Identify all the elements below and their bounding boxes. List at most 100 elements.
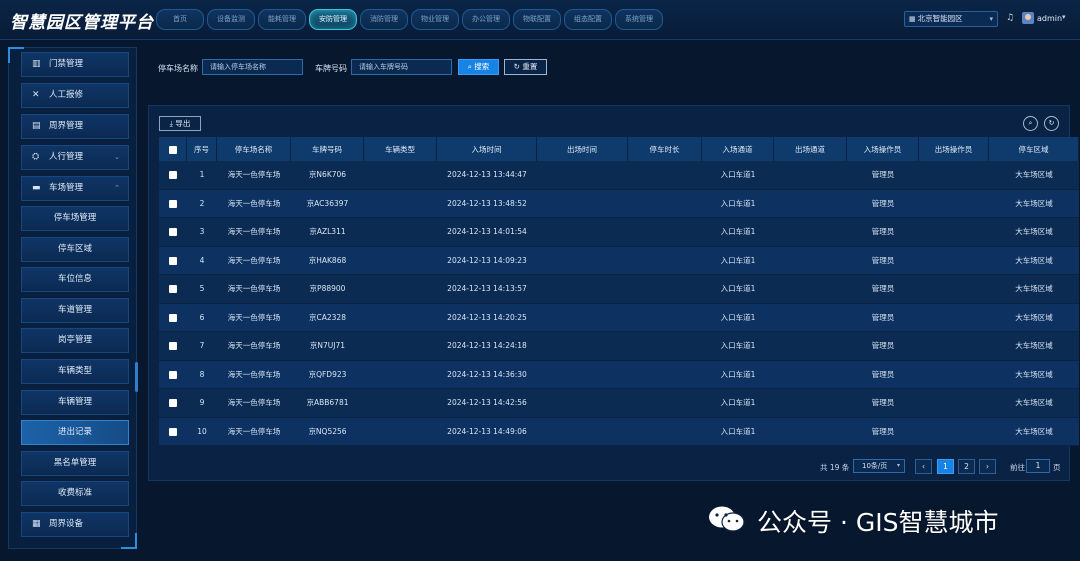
plate-input[interactable]: 请输入车牌号码 [351, 59, 452, 75]
search-toggle-icon[interactable]: ⌕ [1023, 116, 1038, 131]
row-checkbox[interactable] [169, 342, 177, 351]
bell-icon[interactable]: ♫ [1006, 13, 1014, 23]
page-button-1[interactable]: 1 [937, 459, 954, 474]
chevron-down-icon: ⌄ [114, 153, 120, 161]
column-header: 停车场名称 [217, 137, 291, 161]
table-row[interactable]: 7 海天一色停车场 京N7UJ71 2024-12-13 14:24:18 入口车道1 管… [159, 332, 1079, 361]
row-checkbox[interactable] [169, 427, 177, 436]
sidebar-item-1[interactable]: ✕ 人工报修 [21, 83, 129, 108]
nav-item-2[interactable]: 能耗管理 [258, 9, 306, 30]
nav-item-8[interactable]: 组态配置 [564, 9, 612, 30]
sidebar-scrollbar[interactable] [135, 362, 138, 392]
row-checkbox[interactable] [169, 256, 177, 265]
sidebar-item-label: 车场管理 [49, 183, 84, 193]
sidebar-subitem-4[interactable]: 岗亭管理 [21, 328, 129, 354]
column-header: 出场操作员 [919, 137, 989, 161]
row-checkbox[interactable] [169, 228, 177, 237]
table-row[interactable]: 10 海天一色停车场 京NQ5256 2024-12-13 14:49:06 入口车道1… [159, 417, 1079, 446]
sidebar-subitem-6[interactable]: 车辆管理 [21, 389, 129, 415]
table-body: 1 海天一色停车场 京N6K706 2024-12-13 13:44:47 入口车道1 管… [159, 161, 1079, 446]
goto-page-input[interactable]: 1 [1026, 459, 1050, 473]
refresh-icon[interactable]: ↻ [1044, 116, 1059, 131]
table-cell [774, 360, 847, 389]
sidebar-item-4[interactable]: ▬ 车场管理 ⌃ [21, 176, 129, 201]
table-row[interactable]: 2 海天一色停车场 京AC36397 2024-12-13 13:48:52 入口车道1… [159, 189, 1079, 218]
table-cell: 海天一色停车场 [217, 389, 291, 418]
table-cell: 京HAK868 [291, 246, 364, 275]
table-row[interactable]: 9 海天一色停车场 京ABB6781 2024-12-13 14:42:56 入口车道1… [159, 389, 1079, 418]
row-checkbox[interactable] [169, 399, 177, 408]
table-row[interactable]: 6 海天一色停车场 京CA2328 2024-12-13 14:20:25 入口车道1 管… [159, 303, 1079, 332]
nav-item-3[interactable]: 安防管理 [309, 9, 357, 30]
reset-button[interactable]: ↻ 重置 [504, 59, 547, 75]
next-page-button[interactable]: › [979, 459, 996, 474]
table-cell: 京CA2328 [291, 303, 364, 332]
table-cell: 入口车道1 [702, 360, 774, 389]
sidebar-subitem-9[interactable]: 收费标准 [21, 481, 129, 507]
table-cell [628, 303, 702, 332]
nav-item-1[interactable]: 设备监测 [207, 9, 255, 30]
page-button-2[interactable]: 2 [958, 459, 975, 474]
sidebar-subitem-8[interactable]: 黑名单管理 [21, 450, 129, 476]
table-cell: 大车场区域 [989, 360, 1079, 389]
table-row[interactable]: 1 海天一色停车场 京N6K706 2024-12-13 13:44:47 入口车道1 管… [159, 161, 1079, 190]
nav-item-5[interactable]: 物业管理 [411, 9, 459, 30]
column-header: 入场通道 [702, 137, 774, 161]
sidebar-subitem-3[interactable]: 车道管理 [21, 297, 129, 323]
door-icon: ▥ [32, 59, 41, 69]
table-cell [628, 161, 702, 190]
sidebar-subitem-5[interactable]: 车辆类型 [21, 359, 129, 384]
user-menu-caret-icon[interactable]: ▾ [1062, 13, 1066, 21]
nav-item-9[interactable]: 系统管理 [615, 9, 663, 30]
sidebar-item-2[interactable]: ▤ 周界管理 [21, 114, 129, 139]
sidebar-subitem-0[interactable]: 停车场管理 [21, 206, 129, 231]
table-cell: 入口车道1 [702, 218, 774, 247]
parking-name-input[interactable]: 请输入停车场名称 [202, 59, 303, 75]
export-button[interactable]: ⤓ 导出 [159, 116, 201, 131]
table-cell: 2024-12-13 14:49:06 [437, 417, 537, 446]
region-label: 北京智能园区 [917, 14, 963, 23]
region-select[interactable]: ▦ 北京智能园区 ▾ [904, 11, 998, 27]
page-size-select[interactable]: 10条/页 ▾ [853, 459, 905, 473]
sidebar-item-0[interactable]: ▥ 门禁管理 [21, 52, 129, 77]
table-cell [774, 246, 847, 275]
username[interactable]: admin [1037, 14, 1062, 23]
row-select-cell [159, 303, 187, 332]
sidebar-subitem-7[interactable]: 进出记录 [21, 420, 129, 446]
table-row[interactable]: 4 海天一色停车场 京HAK868 2024-12-13 14:09:23 入口车道1 管… [159, 246, 1079, 275]
table-cell: 管理员 [847, 389, 919, 418]
table-cell [919, 332, 989, 361]
table-cell [364, 189, 437, 218]
table-cell: 大车场区域 [989, 275, 1079, 304]
sidebar-item-perimeter-device[interactable]: ▦ 周界设备 [21, 512, 129, 537]
table-row[interactable]: 5 海天一色停车场 京P88900 2024-12-13 14:13:57 入口车道1 管… [159, 275, 1079, 304]
table-row[interactable]: 8 海天一色停车场 京QFD923 2024-12-13 14:36:30 入口车道1 管… [159, 360, 1079, 389]
table-cell: 京ABB6781 [291, 389, 364, 418]
sidebar-item-3[interactable]: ⛭ 人行管理 ⌄ [21, 145, 129, 170]
table-cell [537, 275, 628, 304]
table-cell: 管理员 [847, 332, 919, 361]
table-cell [628, 275, 702, 304]
search-button[interactable]: ⌕ 搜索 [458, 59, 499, 75]
table-cell [537, 246, 628, 275]
table-row[interactable]: 3 海天一色停车场 京AZL311 2024-12-13 14:01:54 入口车道1 管… [159, 218, 1079, 247]
row-checkbox[interactable] [169, 313, 177, 322]
row-checkbox[interactable] [169, 199, 177, 208]
nav-item-0[interactable]: 首页 [156, 9, 204, 30]
nav-item-7[interactable]: 物联配置 [513, 9, 561, 30]
table-cell: 海天一色停车场 [217, 417, 291, 446]
reset-button-label: 重置 [522, 62, 538, 71]
row-checkbox[interactable] [169, 370, 177, 379]
row-select-cell [159, 332, 187, 361]
nav-item-6[interactable]: 办公管理 [462, 9, 510, 30]
sidebar-subitem-1[interactable]: 停车区域 [21, 236, 129, 262]
nav-item-4[interactable]: 消防管理 [360, 9, 408, 30]
sidebar-subitem-2[interactable]: 车位信息 [21, 267, 129, 293]
avatar[interactable] [1022, 12, 1034, 24]
select-all-checkbox[interactable] [168, 145, 177, 154]
row-checkbox[interactable] [169, 171, 177, 180]
table-cell [919, 417, 989, 446]
row-checkbox[interactable] [169, 285, 177, 294]
table-cell [364, 417, 437, 446]
prev-page-button[interactable]: ‹ [915, 459, 932, 474]
